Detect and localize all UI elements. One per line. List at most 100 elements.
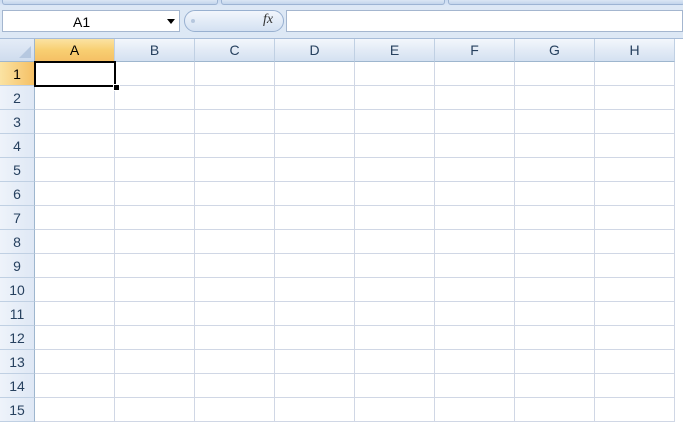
cell-a4[interactable]: [35, 134, 115, 158]
cell-g12[interactable]: [515, 326, 595, 350]
cell-d15[interactable]: [275, 398, 355, 422]
cell-b13[interactable]: [115, 350, 195, 374]
cell-h4[interactable]: [595, 134, 675, 158]
cell-h7[interactable]: [595, 206, 675, 230]
cell-d3[interactable]: [275, 110, 355, 134]
cell-e7[interactable]: [355, 206, 435, 230]
cell-h9[interactable]: [595, 254, 675, 278]
cell-d2[interactable]: [275, 86, 355, 110]
cell-f12[interactable]: [435, 326, 515, 350]
cell-c8[interactable]: [195, 230, 275, 254]
cell-f1[interactable]: [435, 62, 515, 86]
cell-h6[interactable]: [595, 182, 675, 206]
cell-e14[interactable]: [355, 374, 435, 398]
ribbon-group-tab[interactable]: [2, 0, 218, 5]
cell-c12[interactable]: [195, 326, 275, 350]
cell-h11[interactable]: [595, 302, 675, 326]
cell-h13[interactable]: [595, 350, 675, 374]
cell-b12[interactable]: [115, 326, 195, 350]
row-header-11[interactable]: 11: [0, 302, 35, 326]
cell-d13[interactable]: [275, 350, 355, 374]
cell-c3[interactable]: [195, 110, 275, 134]
cell-f2[interactable]: [435, 86, 515, 110]
column-header-f[interactable]: F: [435, 39, 515, 62]
row-header-5[interactable]: 5: [0, 158, 35, 182]
cell-e11[interactable]: [355, 302, 435, 326]
cell-d4[interactable]: [275, 134, 355, 158]
cell-c4[interactable]: [195, 134, 275, 158]
cell-e8[interactable]: [355, 230, 435, 254]
cell-a12[interactable]: [35, 326, 115, 350]
cell-c6[interactable]: [195, 182, 275, 206]
ribbon-group-tab[interactable]: [448, 0, 683, 5]
cell-b5[interactable]: [115, 158, 195, 182]
cell-d1[interactable]: [275, 62, 355, 86]
cell-e12[interactable]: [355, 326, 435, 350]
cell-g14[interactable]: [515, 374, 595, 398]
cell-g5[interactable]: [515, 158, 595, 182]
row-header-13[interactable]: 13: [0, 350, 35, 374]
cell-b3[interactable]: [115, 110, 195, 134]
cell-f7[interactable]: [435, 206, 515, 230]
resize-handle-icon[interactable]: [191, 19, 195, 23]
cell-f6[interactable]: [435, 182, 515, 206]
ribbon-group-tab[interactable]: [221, 0, 445, 5]
name-box[interactable]: A1: [2, 10, 180, 32]
cell-a14[interactable]: [35, 374, 115, 398]
cell-e9[interactable]: [355, 254, 435, 278]
cell-g2[interactable]: [515, 86, 595, 110]
cell-f5[interactable]: [435, 158, 515, 182]
cell-a7[interactable]: [35, 206, 115, 230]
cell-d11[interactable]: [275, 302, 355, 326]
cell-a13[interactable]: [35, 350, 115, 374]
cell-g11[interactable]: [515, 302, 595, 326]
column-header-a[interactable]: A: [35, 39, 115, 62]
cell-a5[interactable]: [35, 158, 115, 182]
cell-c11[interactable]: [195, 302, 275, 326]
cell-d6[interactable]: [275, 182, 355, 206]
cell-g7[interactable]: [515, 206, 595, 230]
row-header-6[interactable]: 6: [0, 182, 35, 206]
cell-g6[interactable]: [515, 182, 595, 206]
cell-b8[interactable]: [115, 230, 195, 254]
cell-d10[interactable]: [275, 278, 355, 302]
cell-g10[interactable]: [515, 278, 595, 302]
cell-c10[interactable]: [195, 278, 275, 302]
cell-a11[interactable]: [35, 302, 115, 326]
cell-h10[interactable]: [595, 278, 675, 302]
cell-h14[interactable]: [595, 374, 675, 398]
cell-e1[interactable]: [355, 62, 435, 86]
cell-e15[interactable]: [355, 398, 435, 422]
cell-a15[interactable]: [35, 398, 115, 422]
cell-h12[interactable]: [595, 326, 675, 350]
cell-b9[interactable]: [115, 254, 195, 278]
cell-h15[interactable]: [595, 398, 675, 422]
cell-b10[interactable]: [115, 278, 195, 302]
row-header-2[interactable]: 2: [0, 86, 35, 110]
cell-b15[interactable]: [115, 398, 195, 422]
insert-function-icon[interactable]: fx: [263, 12, 273, 28]
fill-handle[interactable]: [113, 84, 120, 91]
chevron-down-icon[interactable]: [167, 19, 175, 24]
column-header-c[interactable]: C: [195, 39, 275, 62]
row-header-3[interactable]: 3: [0, 110, 35, 134]
cell-a6[interactable]: [35, 182, 115, 206]
row-header-1[interactable]: 1: [0, 62, 35, 86]
row-header-4[interactable]: 4: [0, 134, 35, 158]
cell-b1[interactable]: [115, 62, 195, 86]
cell-f10[interactable]: [435, 278, 515, 302]
cell-h3[interactable]: [595, 110, 675, 134]
cell-f14[interactable]: [435, 374, 515, 398]
cell-g1[interactable]: [515, 62, 595, 86]
cell-f8[interactable]: [435, 230, 515, 254]
cell-b14[interactable]: [115, 374, 195, 398]
cell-f13[interactable]: [435, 350, 515, 374]
column-header-d[interactable]: D: [275, 39, 355, 62]
cell-d9[interactable]: [275, 254, 355, 278]
cell-a9[interactable]: [35, 254, 115, 278]
cell-c1[interactable]: [195, 62, 275, 86]
row-header-7[interactable]: 7: [0, 206, 35, 230]
cell-c5[interactable]: [195, 158, 275, 182]
cell-b4[interactable]: [115, 134, 195, 158]
row-header-15[interactable]: 15: [0, 398, 35, 422]
